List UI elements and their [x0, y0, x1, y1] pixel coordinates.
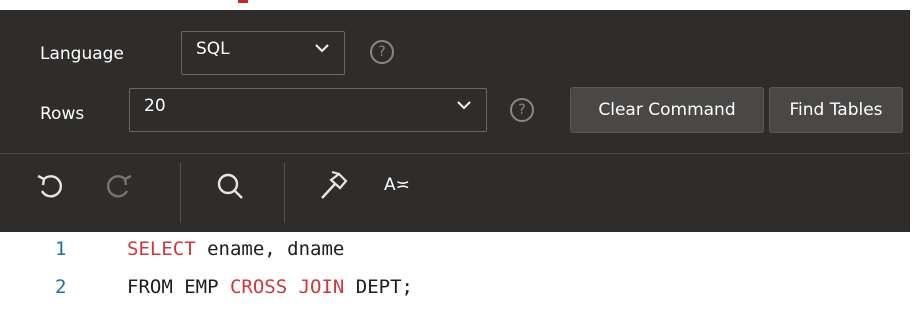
- format-button[interactable]: A≍: [384, 175, 424, 205]
- toolbar-divider: [0, 153, 910, 154]
- code-token: ename, dname: [195, 238, 345, 260]
- language-select[interactable]: SQL: [181, 31, 345, 75]
- line-number: 1: [55, 238, 67, 260]
- language-help-icon[interactable]: ?: [370, 40, 394, 64]
- chevron-down-icon: [315, 44, 329, 53]
- clear-command-button[interactable]: Clear Command: [570, 87, 764, 133]
- right-edge: [910, 10, 920, 232]
- code-line: 2 FROM EMP CROSS JOIN DEPT;: [0, 276, 920, 310]
- language-value: SQL: [196, 39, 230, 59]
- find-tables-button[interactable]: Find Tables: [769, 87, 903, 133]
- find-button[interactable]: [215, 171, 245, 201]
- code-text: SELECT ename, dname: [127, 238, 344, 260]
- code-line: 1 SELECT ename, dname: [0, 238, 920, 272]
- redo-icon: [106, 174, 132, 198]
- keyword-select: SELECT: [127, 238, 196, 260]
- rows-label: Rows: [40, 104, 85, 124]
- search-icon: [217, 173, 243, 199]
- code-token: DEPT;: [344, 276, 413, 298]
- line-number: 2: [55, 276, 67, 298]
- toolbar-separator: [284, 163, 285, 223]
- redo-button[interactable]: [104, 171, 134, 201]
- undo-button[interactable]: [35, 171, 65, 201]
- hammer-icon: [321, 171, 348, 199]
- chevron-down-icon: [457, 101, 471, 110]
- top-strip: [0, 0, 920, 10]
- toolbar-separator: [180, 163, 181, 223]
- build-button[interactable]: [318, 171, 348, 201]
- code-editor[interactable]: 1 SELECT ename, dname 2 FROM EMP CROSS J…: [0, 232, 920, 311]
- undo-icon: [37, 174, 63, 198]
- rows-help-icon[interactable]: ?: [510, 98, 534, 122]
- code-text: FROM EMP CROSS JOIN DEPT;: [127, 276, 413, 298]
- code-token: EMP: [172, 276, 230, 298]
- keyword-cross-join: CROSS JOIN: [229, 276, 345, 298]
- rows-value: 20: [144, 96, 166, 116]
- cropped-red-text: [238, 0, 248, 3]
- rows-select[interactable]: 20: [129, 88, 487, 132]
- code-token-from: FROM: [127, 276, 173, 298]
- language-label: Language: [40, 44, 124, 64]
